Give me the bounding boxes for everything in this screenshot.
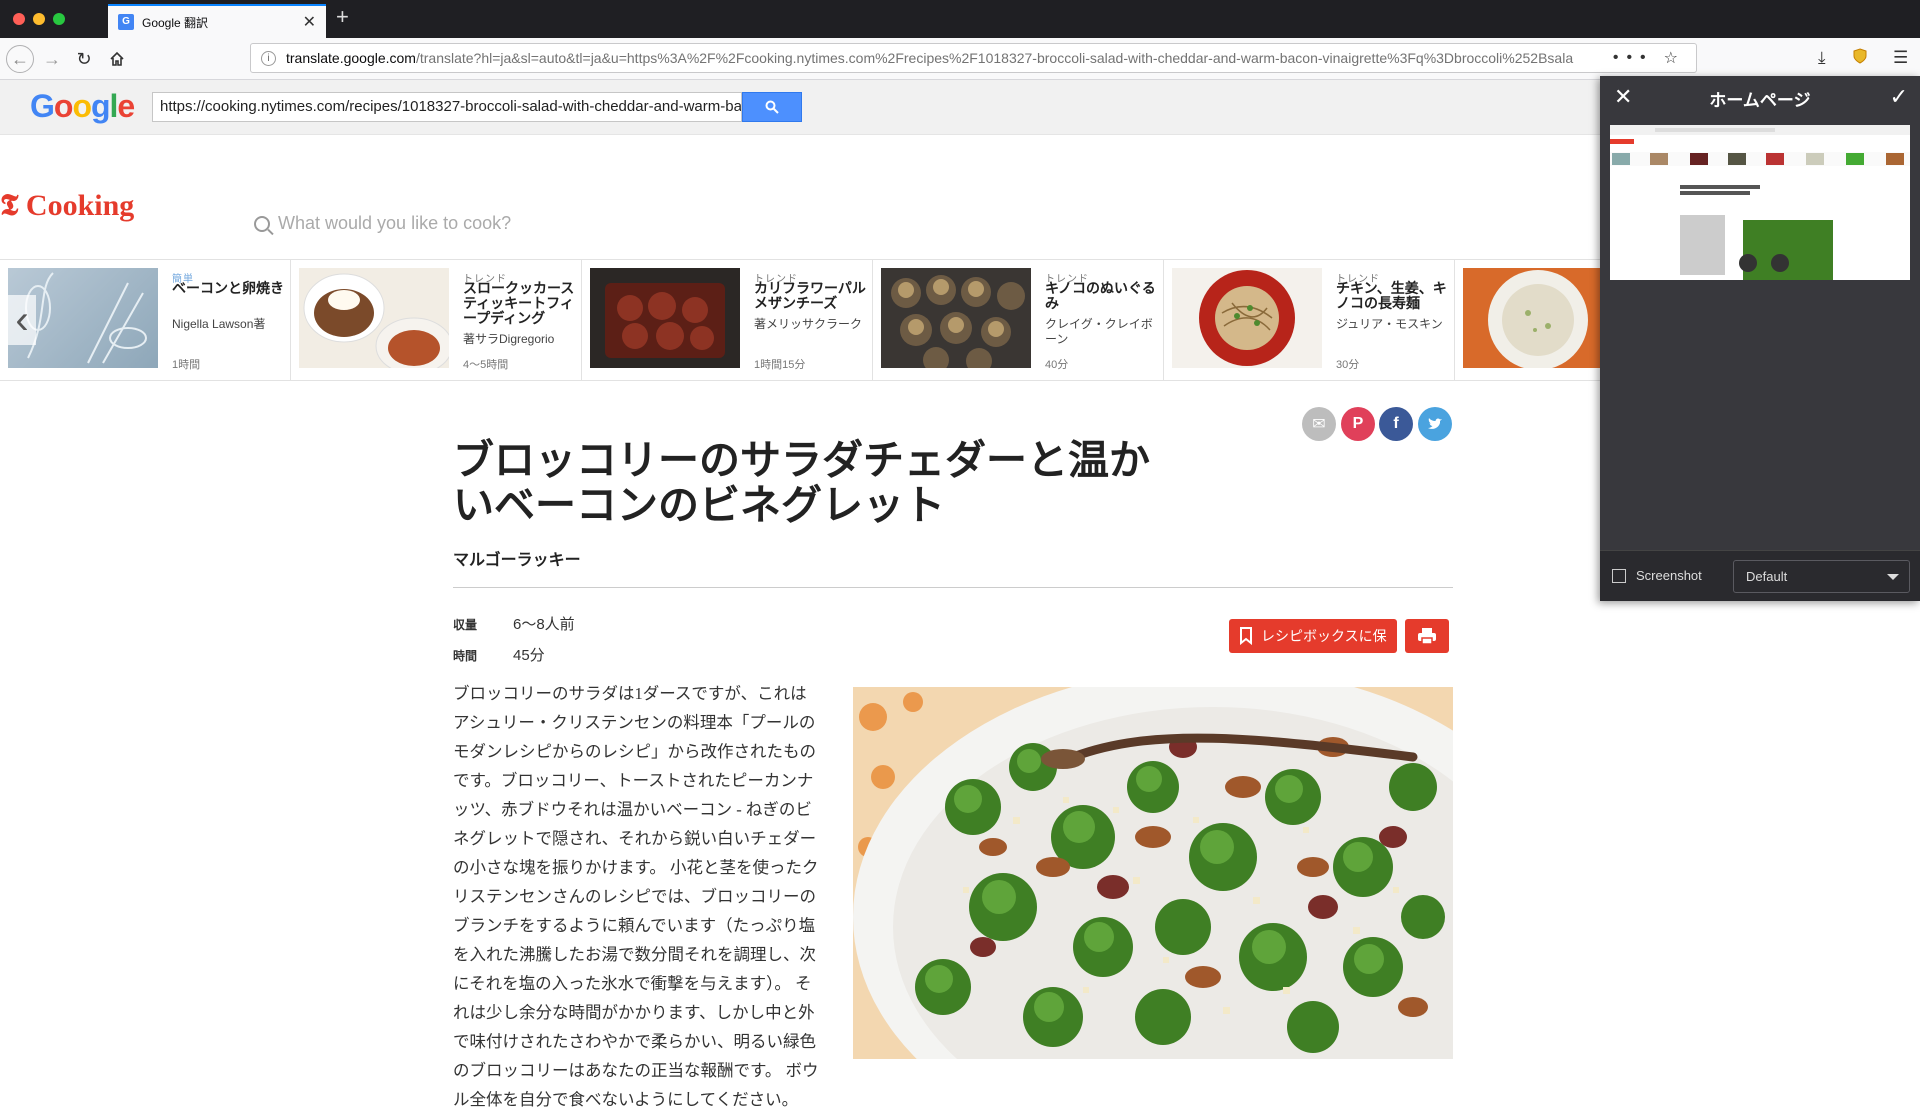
cooking-search-input[interactable]: What would you like to cook?	[278, 213, 511, 234]
recipe-thumbnail	[590, 268, 740, 368]
screenshot-label[interactable]: Screenshot	[1636, 568, 1702, 583]
browser-tabbar: G Google 翻訳 ✕ +	[0, 0, 1920, 38]
card-title[interactable]: キノコのぬいぐるみ	[1045, 281, 1157, 311]
recipe-thumbnail	[1172, 268, 1322, 368]
forward-arrow-icon[interactable]: →	[38, 45, 66, 73]
window-close-button[interactable]	[13, 13, 25, 25]
downloads-icon[interactable]: ⤓	[1818, 48, 1826, 68]
time-label: 時間	[453, 649, 478, 663]
card-time: 30分	[1336, 359, 1360, 371]
card-author: ジュリア・モスキン	[1336, 317, 1443, 331]
print-button[interactable]	[1405, 619, 1449, 653]
window-minimize-button[interactable]	[33, 13, 45, 25]
google-logo[interactable]: Google	[30, 88, 135, 125]
recipe-author[interactable]: マルゴーラッキー	[453, 546, 581, 570]
card-author: 著メリッサクラーク	[754, 317, 863, 331]
home-icon[interactable]	[103, 45, 131, 73]
printer-icon	[1418, 628, 1436, 645]
save-to-recipe-box-button[interactable]: レシピボックスに保	[1229, 619, 1397, 653]
site-info-icon[interactable]: i	[261, 50, 276, 66]
bookmark-icon	[1240, 627, 1252, 645]
recipe-thumbnail	[881, 268, 1031, 374]
card-title[interactable]: スロークッカースティッキートフィープディング	[463, 281, 575, 326]
screenshot-mode-select[interactable]: Default	[1733, 560, 1910, 593]
carousel-card[interactable]	[1455, 260, 1600, 380]
menu-icon[interactable]: ☰	[1893, 48, 1908, 68]
page-actions-icon[interactable]: •••	[1613, 49, 1654, 67]
screenshot-crop-icon[interactable]	[1612, 569, 1626, 583]
recipe-hero-image	[853, 687, 1453, 1059]
recipe-carousel: 簡単 ベーコンと卵焼き Nigella Lawson著 1時間 トレンド スロー…	[0, 259, 1600, 381]
card-author: クレイグ・クレイボーン	[1045, 317, 1153, 346]
divider	[453, 587, 1453, 588]
card-title[interactable]: ベーコンと卵焼き	[172, 281, 284, 296]
panel-title: ホームページ	[1709, 91, 1811, 110]
translate-search-button[interactable]	[742, 92, 802, 122]
email-share-icon[interactable]: ✉	[1302, 407, 1336, 441]
panel-footer: Screenshot Default	[1600, 550, 1920, 601]
yield-value: 6〜8人前	[513, 616, 575, 633]
browser-navbar: ← → ↻ i translate.google.com/translate?h…	[0, 38, 1920, 80]
card-time: 1時間	[172, 359, 201, 371]
browser-tab[interactable]: G Google 翻訳 ✕	[108, 4, 326, 38]
card-time: 40分	[1045, 359, 1069, 371]
extension-icon[interactable]	[1852, 48, 1868, 69]
url-bar[interactable]: i translate.google.com/translate?hl=ja&s…	[250, 43, 1697, 73]
screenshot-thumbnail[interactable]	[1610, 125, 1910, 280]
carousel-prev-icon[interactable]: ‹	[8, 295, 36, 345]
time-value: 45分	[513, 647, 545, 664]
recipe-description: ブロッコリーのサラダは1ダースですが、これはアシュリー・クリステンセンの料理本「…	[453, 684, 819, 1109]
carousel-card[interactable]: トレンド キノコのぬいぐるみ クレイグ・クレイボーン 40分	[873, 260, 1164, 380]
carousel-card[interactable]: トレンド チキン、生姜、キノコの長寿麺 ジュリア・モスキン 30分	[1164, 260, 1455, 380]
url-text[interactable]: translate.google.com/translate?hl=ja&sl=…	[286, 50, 1603, 66]
new-tab-icon[interactable]: +	[336, 4, 349, 30]
recipe-thumbnail	[299, 268, 453, 375]
tab-close-icon[interactable]: ✕	[303, 12, 316, 32]
nyt-cooking-logo[interactable]: 𝕿 Cooking	[0, 188, 134, 223]
translate-url-input[interactable]: https://cooking.nytimes.com/recipes/1018…	[152, 92, 742, 122]
pinterest-share-icon[interactable]: P	[1341, 407, 1375, 441]
chevron-down-icon	[1887, 574, 1899, 580]
card-author: Nigella Lawson著	[172, 317, 266, 331]
search-icon	[765, 100, 779, 114]
card-title[interactable]: カリフラワーパルメザンチーズ	[754, 281, 866, 311]
carousel-card[interactable]: トレンド スロークッカースティッキートフィープディング 著サラDigregori…	[291, 260, 582, 380]
facebook-share-icon[interactable]: f	[1379, 407, 1413, 441]
carousel-card[interactable]: 簡単 ベーコンと卵焼き Nigella Lawson著 1時間	[0, 260, 291, 380]
card-author: 著サラDigregorio	[463, 332, 555, 346]
card-title[interactable]: チキン、生姜、キノコの長寿麺	[1336, 281, 1448, 311]
reload-icon[interactable]: ↻	[70, 45, 98, 73]
cooking-search[interactable]: What would you like to cook?	[254, 213, 511, 234]
recipe-thumbnail	[1463, 268, 1600, 370]
card-time: 4〜5時間	[463, 359, 509, 371]
screenshot-panel: ✕ ホームページ ✓ Screenshot Default	[1600, 76, 1920, 601]
card-time: 1時間15分	[754, 359, 806, 371]
back-arrow-icon[interactable]: ←	[6, 45, 34, 73]
search-icon	[254, 215, 270, 232]
tab-title: Google 翻訳	[142, 15, 209, 30]
bookmark-star-icon[interactable]: ☆	[1664, 48, 1686, 68]
recipe-title: ブロッコリーのサラダチェダーと温かいベーコンのビネグレット	[453, 437, 1150, 528]
yield-label: 収量	[453, 618, 478, 632]
check-icon[interactable]: ✓	[1890, 84, 1908, 110]
carousel-card[interactable]: トレンド カリフラワーパルメザンチーズ 著メリッサクラーク 1時間15分	[582, 260, 873, 380]
google-translate-icon: G	[118, 14, 134, 30]
twitter-share-icon[interactable]	[1418, 407, 1452, 441]
window-zoom-button[interactable]	[53, 13, 65, 25]
